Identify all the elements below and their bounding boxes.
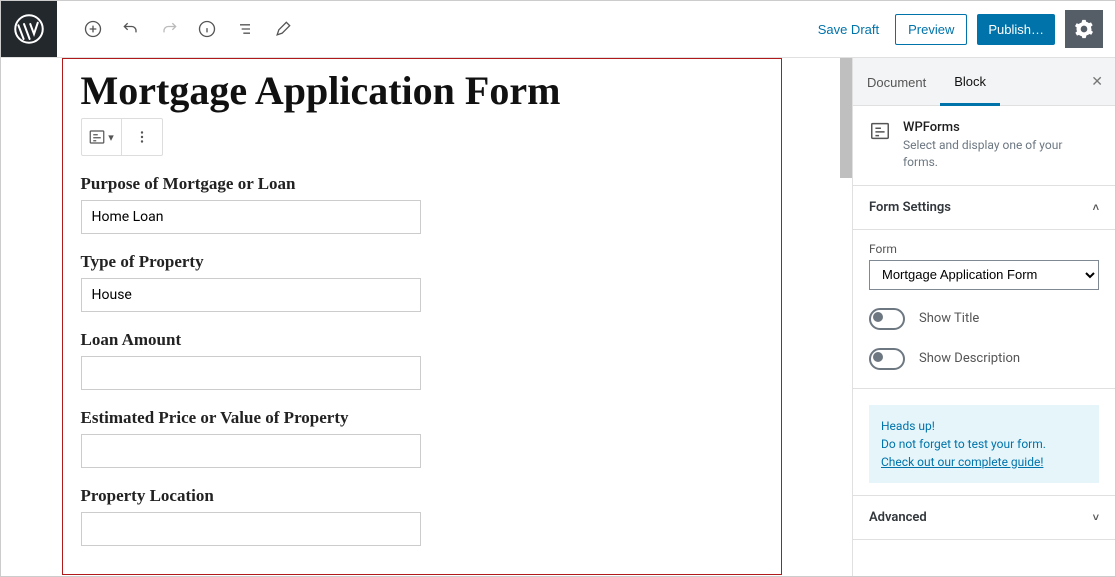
block-type-button[interactable]: ▾ <box>82 119 122 155</box>
form-select[interactable]: Mortgage Application Form <box>869 260 1099 290</box>
field-label: Loan Amount <box>81 330 763 350</box>
form-block-icon <box>869 120 891 142</box>
form-block-icon <box>88 128 106 146</box>
editor-topbar: Save Draft Preview Publish… <box>1 1 1115 58</box>
toggle-label: Show Title <box>919 311 979 326</box>
panel-advanced-header[interactable]: Advanced ˅ <box>853 495 1115 540</box>
inspector-tabs: Document Block ✕ <box>853 58 1115 106</box>
notice-link[interactable]: Check out our complete guide! <box>881 455 1043 469</box>
block-subtitle: Select and display one of your forms. <box>903 137 1099 171</box>
block-more-button[interactable] <box>122 119 162 155</box>
list-icon <box>235 19 255 39</box>
publish-button[interactable]: Publish… <box>977 14 1055 45</box>
panel-title: Form Settings <box>869 200 951 215</box>
panel-title: Advanced <box>869 510 927 525</box>
field-input-estimated-value[interactable] <box>81 434 421 468</box>
block-toolbar: ▾ <box>81 118 163 156</box>
wordpress-icon <box>14 14 44 44</box>
field-input-purpose[interactable] <box>81 200 421 234</box>
toggle-show-title[interactable] <box>869 308 905 330</box>
panel-form-settings-header[interactable]: Form Settings ˄ <box>853 186 1115 230</box>
undo-icon <box>121 19 141 39</box>
form-field: Loan Amount <box>81 330 763 390</box>
more-vertical-icon <box>133 128 151 146</box>
toggle-label: Show Description <box>919 351 1020 366</box>
tab-document[interactable]: Document <box>853 59 940 104</box>
editor-canvas-area[interactable]: Mortgage Application Form ▾ Purpose of M… <box>1 58 852 576</box>
block-navigation-button[interactable] <box>229 13 261 45</box>
field-label: Purpose of Mortgage or Loan <box>81 174 763 194</box>
preview-button[interactable]: Preview <box>895 14 967 45</box>
form-field: Type of Property <box>81 252 763 312</box>
redo-button[interactable] <box>153 13 185 45</box>
undo-button[interactable] <box>115 13 147 45</box>
notice-heads: Heads up! <box>881 419 935 433</box>
inspector-sidebar: Document Block ✕ WPForms Select and disp… <box>852 58 1115 576</box>
content-info-button[interactable] <box>191 13 223 45</box>
tab-block[interactable]: Block <box>940 58 1000 106</box>
field-input-loan-amount[interactable] <box>81 356 421 390</box>
add-block-button[interactable] <box>77 13 109 45</box>
form-field: Estimated Price or Value of Property <box>81 408 763 468</box>
save-draft-button[interactable]: Save Draft <box>812 21 885 38</box>
edit-button[interactable] <box>267 13 299 45</box>
form-select-label: Form <box>869 242 1099 256</box>
form-field: Purpose of Mortgage or Loan <box>81 174 763 234</box>
chevron-down-icon: ˅ <box>1093 511 1099 524</box>
block-title: WPForms <box>903 120 1099 135</box>
panel-form-settings-body: Form Mortgage Application Form Show Titl… <box>853 230 1115 389</box>
notice-box: Heads up! Do not forget to test your for… <box>869 405 1099 483</box>
info-icon <box>197 19 217 39</box>
toggle-show-description[interactable] <box>869 348 905 370</box>
field-label: Property Location <box>81 486 763 506</box>
pencil-icon <box>273 19 293 39</box>
field-input-property-location[interactable] <box>81 512 421 546</box>
field-label: Estimated Price or Value of Property <box>81 408 763 428</box>
redo-icon <box>159 19 179 39</box>
plus-circle-icon <box>83 19 103 39</box>
field-label: Type of Property <box>81 252 763 272</box>
notice-body: Do not forget to test your form. <box>881 437 1046 451</box>
form-field: Property Location <box>81 486 763 546</box>
chevron-up-icon: ˄ <box>1093 201 1099 214</box>
block-description-section: WPForms Select and display one of your f… <box>853 106 1115 186</box>
chevron-down-icon: ▾ <box>108 131 114 144</box>
field-input-property-type[interactable] <box>81 278 421 312</box>
selected-form-block[interactable]: Mortgage Application Form ▾ Purpose of M… <box>62 58 782 575</box>
inspector-close-button[interactable]: ✕ <box>1085 72 1109 91</box>
wordpress-logo[interactable] <box>1 1 57 57</box>
editor-scrollbar[interactable] <box>840 58 852 178</box>
page-title[interactable]: Mortgage Application Form <box>81 67 763 114</box>
settings-button[interactable] <box>1065 10 1103 48</box>
gear-icon <box>1074 19 1094 39</box>
